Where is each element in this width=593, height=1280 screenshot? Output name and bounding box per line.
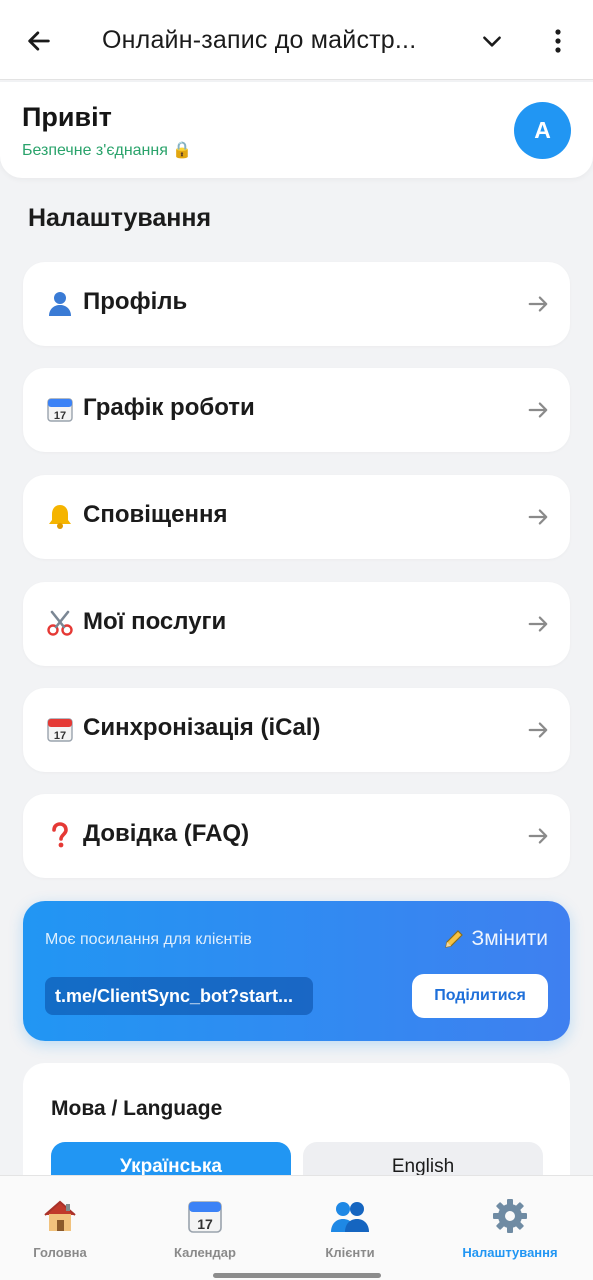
menu-item-notifications[interactable]: Сповіщення xyxy=(23,475,570,559)
menu-item-label: Профіль xyxy=(83,288,188,315)
more-vertical-icon[interactable] xyxy=(542,24,574,58)
page-title: Онлайн-запис до майстр... xyxy=(102,26,417,54)
calendar-icon: 17 xyxy=(185,1196,225,1236)
chevron-down-icon[interactable] xyxy=(476,24,508,58)
question-icon xyxy=(45,820,75,850)
nav-item-clients[interactable]: Клієнти xyxy=(276,1176,424,1276)
client-link-url[interactable]: t.me/ClientSync_bot?start... xyxy=(45,977,313,1015)
menu-item-faq[interactable]: Довідка (FAQ) xyxy=(23,794,570,878)
arrow-right-icon xyxy=(526,398,550,422)
calendar-sync-icon: 17 xyxy=(45,714,75,744)
greeting-card: Привіт Безпечне з'єднання 🔒 A xyxy=(0,82,593,178)
house-icon xyxy=(40,1196,80,1236)
secure-connection-label: Безпечне з'єднання 🔒 xyxy=(22,142,193,159)
menu-item-label: Довідка (FAQ) xyxy=(83,820,250,847)
bell-icon xyxy=(45,501,75,531)
menu-item-ical-sync[interactable]: 17 Синхронізація (iCal) xyxy=(23,688,570,772)
nav-label: Календар xyxy=(174,1245,236,1260)
profile-icon xyxy=(45,288,75,318)
nav-label: Клієнти xyxy=(325,1245,375,1260)
share-button[interactable]: Поділитися xyxy=(412,974,548,1018)
gear-icon xyxy=(490,1196,530,1236)
menu-item-label: Графік роботи xyxy=(83,394,255,421)
client-link-card: Моє посилання для клієнтів Змінити t.me/… xyxy=(23,901,570,1041)
pencil-icon xyxy=(442,927,466,951)
calendar-icon: 17 xyxy=(45,394,75,424)
arrow-left-icon[interactable] xyxy=(22,24,56,58)
app-bar: Онлайн-запис до майстр... xyxy=(0,0,593,80)
menu-item-label: Мої послуги xyxy=(83,608,227,635)
menu-item-services[interactable]: Мої послуги xyxy=(23,582,570,666)
nav-item-settings[interactable]: Налаштування xyxy=(436,1176,584,1276)
settings-title: Налаштування xyxy=(28,204,212,232)
scissors-icon xyxy=(45,608,75,638)
edit-link-button[interactable]: Змінити xyxy=(442,927,548,951)
arrow-right-icon xyxy=(526,612,550,636)
avatar[interactable]: A xyxy=(514,102,571,159)
greeting-title: Привіт xyxy=(22,102,112,132)
arrow-right-icon xyxy=(526,505,550,529)
arrow-right-icon xyxy=(526,824,550,848)
home-indicator[interactable] xyxy=(213,1273,381,1278)
menu-item-label: Синхронізація (iCal) xyxy=(83,714,321,741)
menu-item-profile[interactable]: Профіль xyxy=(23,262,570,346)
arrow-right-icon xyxy=(526,292,550,316)
bottom-navigation: Головна 17 Календар Клієнти Налаштування xyxy=(0,1175,593,1280)
nav-label: Налаштування xyxy=(462,1245,558,1260)
edit-link-label: Змінити xyxy=(471,927,548,950)
language-title: Мова / Language xyxy=(51,1097,223,1120)
users-icon xyxy=(330,1196,370,1236)
nav-label: Головна xyxy=(33,1245,87,1260)
svg-text:17: 17 xyxy=(197,1216,213,1232)
svg-text:17: 17 xyxy=(54,410,66,422)
nav-item-home[interactable]: Головна xyxy=(0,1176,134,1276)
client-link-caption: Моє посилання для клієнтів xyxy=(45,931,252,948)
nav-item-calendar[interactable]: 17 Календар xyxy=(131,1176,279,1276)
svg-text:17: 17 xyxy=(54,730,66,742)
menu-item-label: Сповіщення xyxy=(83,501,228,528)
arrow-right-icon xyxy=(526,718,550,742)
menu-item-schedule[interactable]: 17 Графік роботи xyxy=(23,368,570,452)
